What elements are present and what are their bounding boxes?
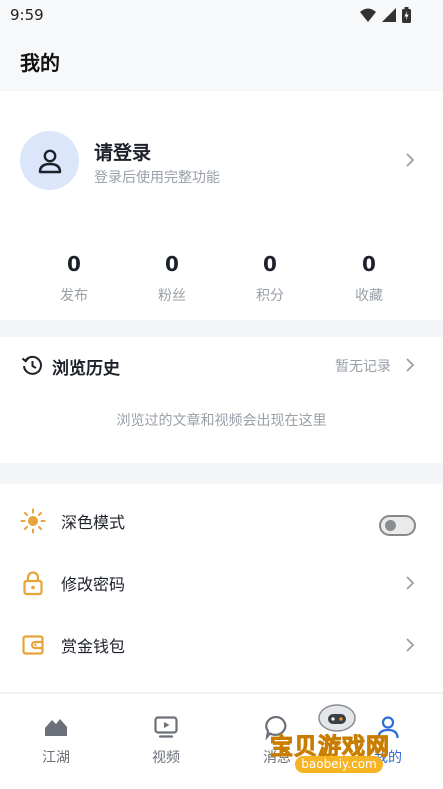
user-icon: [38, 149, 61, 173]
profile-card: 请登录 登录后使用完整功能 0 发布 0 粉丝 0 积分 0 收藏: [0, 91, 443, 320]
setting-dark-mode[interactable]: 深色模式: [0, 490, 443, 550]
stat-label: 积分: [256, 288, 284, 304]
battery-icon: [402, 7, 411, 23]
chevron-right-icon: [406, 576, 415, 590]
chevron-right-icon[interactable]: [405, 358, 415, 372]
stat-value: 0: [263, 252, 277, 276]
history-empty-message: 浏览过的文章和视频会出现在这里: [116, 413, 327, 429]
chevron-right-icon: [406, 638, 415, 652]
stat-points[interactable]: 0 积分: [220, 251, 320, 305]
tab-label: 江湖: [42, 750, 70, 766]
stat-label: 粉丝: [158, 288, 186, 304]
setting-change-password[interactable]: 修改密码: [0, 552, 443, 612]
status-icons: [360, 7, 411, 23]
history-status[interactable]: 暂无记录: [335, 356, 391, 376]
stat-label: 发布: [60, 288, 88, 304]
toggle-knob: [385, 520, 396, 531]
setting-wallet[interactable]: 赏金钱包: [0, 614, 443, 674]
lock-icon: [23, 571, 43, 596]
watermark-url: baobeiy.com: [295, 756, 383, 773]
login-title: 请登录: [94, 142, 152, 164]
stat-posts[interactable]: 0 发布: [24, 251, 124, 305]
signal-icon: [382, 8, 396, 22]
header: 我的: [0, 30, 443, 90]
wifi-icon: [360, 8, 376, 22]
dark-mode-toggle[interactable]: [379, 515, 416, 536]
tab-jianghu[interactable]: 江湖: [21, 714, 91, 767]
status-time: 9:59: [10, 6, 44, 24]
stat-fans[interactable]: 0 粉丝: [122, 251, 222, 305]
history-title: 浏览历史: [52, 359, 120, 379]
chevron-right-icon: [406, 153, 415, 167]
setting-label: 修改密码: [61, 575, 126, 594]
watermark: 宝贝游戏网 baobeiy.com: [258, 700, 418, 780]
setting-label: 深色模式: [61, 513, 126, 532]
home-icon: [45, 719, 67, 736]
avatar[interactable]: [20, 131, 79, 190]
stat-value: 0: [165, 252, 179, 276]
setting-label: 赏金钱包: [61, 637, 126, 656]
sun-icon: [20, 508, 46, 534]
tab-label: 视频: [152, 750, 180, 766]
settings-card: 深色模式 修改密码 赏金钱包: [0, 484, 443, 692]
stat-value: 0: [67, 252, 81, 276]
stat-favorites[interactable]: 0 收藏: [319, 251, 419, 305]
tv-icon: [154, 716, 178, 738]
history-icon: [21, 355, 42, 375]
login-subtitle: 登录后使用完整功能: [94, 170, 220, 186]
stat-value: 0: [362, 252, 376, 276]
stat-label: 收藏: [355, 288, 383, 304]
wallet-icon: [22, 635, 44, 655]
page-title: 我的: [20, 51, 60, 75]
history-card: 浏览历史 暂无记录 浏览过的文章和视频会出现在这里: [0, 337, 443, 463]
status-bar: 9:59: [0, 0, 443, 30]
tab-video[interactable]: 视频: [131, 714, 201, 767]
stats-row: 0 发布 0 粉丝 0 积分 0 收藏: [0, 251, 443, 311]
